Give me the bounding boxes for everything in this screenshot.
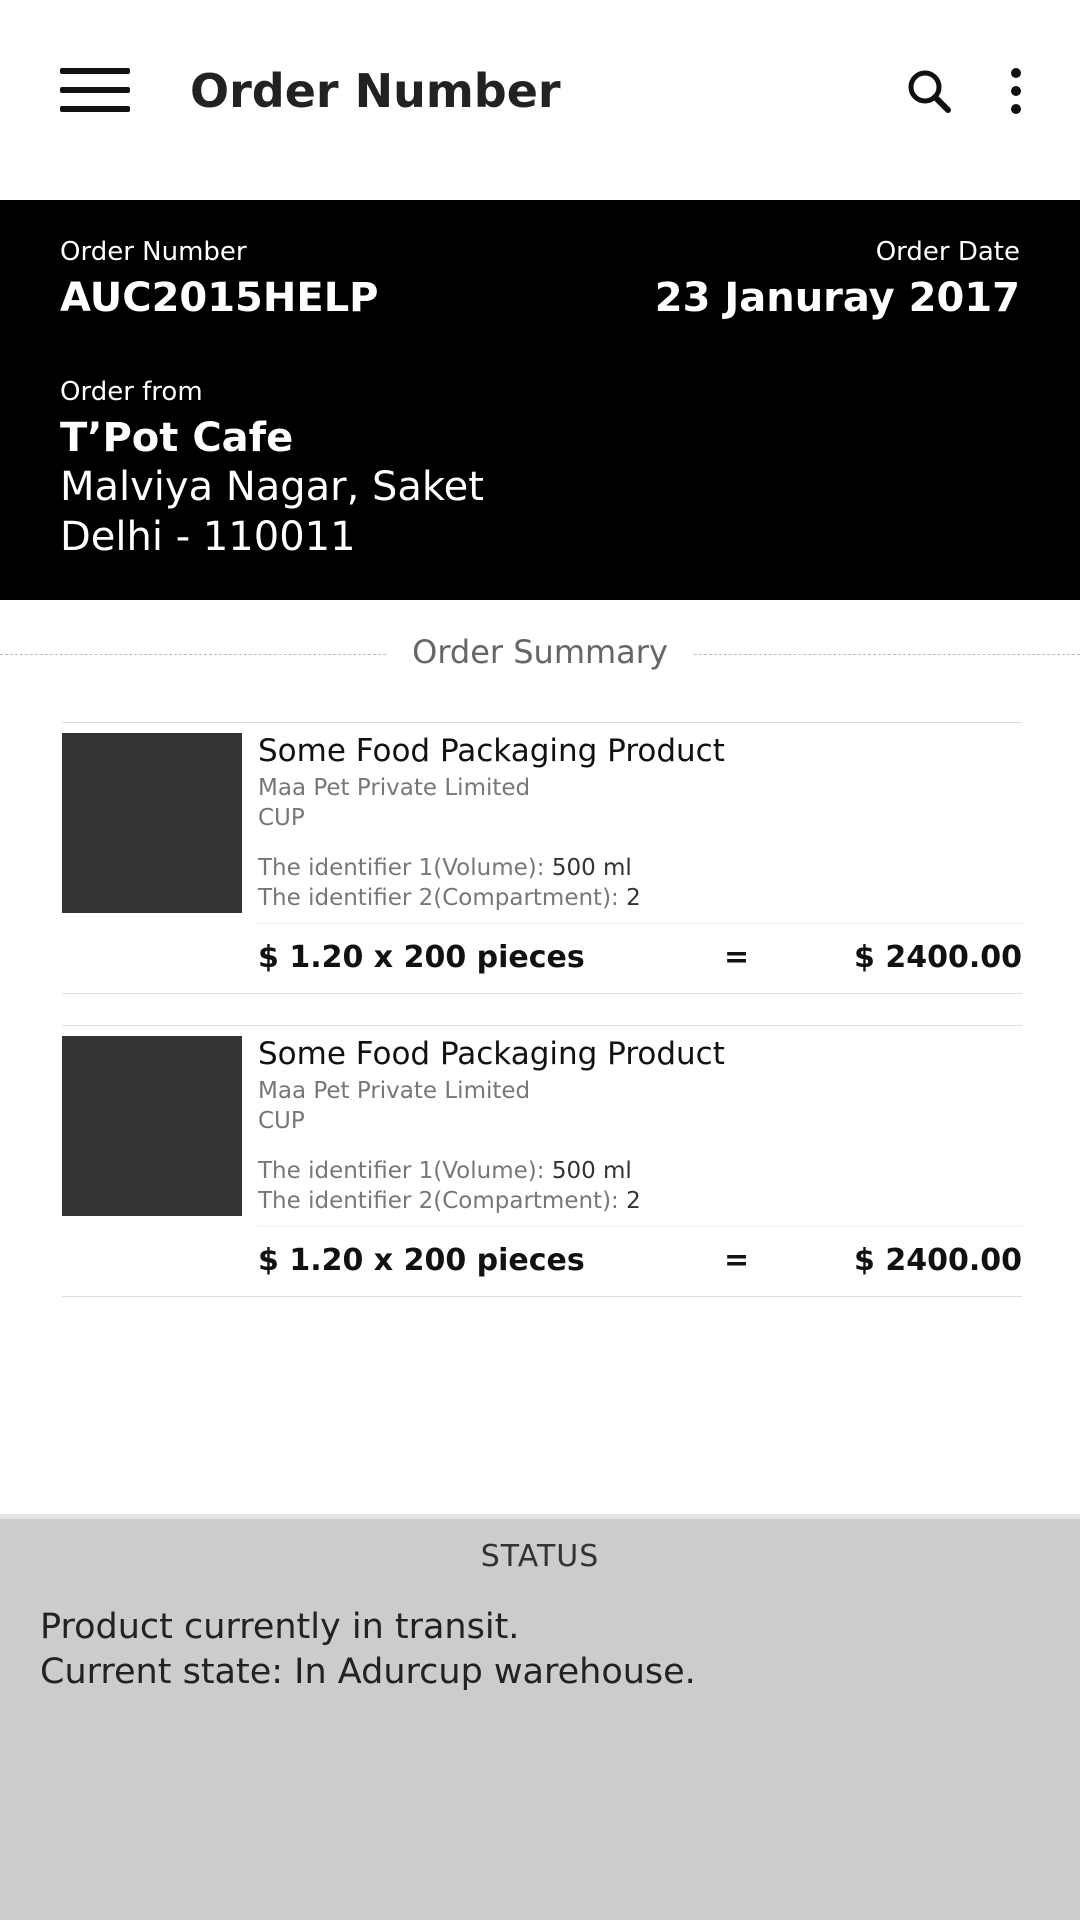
equals-sign: = [724, 940, 750, 975]
equals-sign: = [724, 1243, 750, 1278]
order-summary-heading: Order Summary [412, 633, 668, 671]
product-attribute-volume: The identifier 1(Volume): 500 ml [258, 853, 632, 883]
status-message: Product currently in transit. [40, 1607, 520, 1647]
unit-price: $ 1.20 x 200 pieces [258, 940, 585, 975]
attribute-value: 2 [626, 1188, 641, 1214]
product-name: Some Food Packaging Product [258, 733, 725, 769]
status-title: STATUS [480, 1539, 600, 1574]
order-address-line1: Malviya Nagar, Saket [60, 464, 484, 510]
attribute-key: The identifier 2(Compartment): [258, 1188, 619, 1214]
order-number-label: Order Number [60, 237, 247, 267]
attribute-key: The identifier 1(Volume): [258, 1158, 545, 1184]
order-header: Order Number AUC2015HELP Order Date 23 J… [0, 200, 1080, 600]
app-bar: Order Number [0, 0, 1080, 200]
order-date-value: 23 Januray 2017 [654, 275, 1020, 321]
line-total: $ 2400.00 [854, 940, 1022, 975]
status-current-state: Current state: In Adurcup warehouse. [40, 1652, 696, 1692]
product-thumbnail [62, 1036, 242, 1216]
attribute-value: 500 ml [551, 1158, 632, 1184]
order-from-name: T’Pot Cafe [60, 415, 294, 461]
product-type: CUP [258, 1108, 305, 1134]
product-attribute-volume: The identifier 1(Volume): 500 ml [258, 1156, 632, 1186]
attribute-value: 500 ml [551, 855, 632, 881]
order-summary-divider: Order Summary [0, 630, 1080, 674]
order-date-label: Order Date [875, 237, 1020, 267]
hamburger-menu-icon[interactable] [60, 68, 130, 112]
product-name: Some Food Packaging Product [258, 1036, 725, 1072]
product-vendor: Maa Pet Private Limited [258, 1078, 531, 1104]
price-row: $ 1.20 x 200 pieces = $ 2400.00 [258, 1226, 1022, 1298]
attribute-key: The identifier 1(Volume): [258, 855, 545, 881]
order-from-label: Order from [60, 377, 203, 407]
price-row: $ 1.20 x 200 pieces = $ 2400.00 [258, 923, 1022, 995]
product-thumbnail [62, 733, 242, 913]
product-attribute-compartment: The identifier 2(Compartment): 2 [258, 1186, 641, 1216]
order-address-line2: Delhi - 110011 [60, 514, 356, 560]
search-icon[interactable] [906, 68, 952, 114]
status-panel: STATUS Product currently in transit. Cur… [0, 1514, 1080, 1920]
unit-price: $ 1.20 x 200 pieces [258, 1243, 585, 1278]
line-total: $ 2400.00 [854, 1243, 1022, 1278]
order-number-value: AUC2015HELP [60, 275, 379, 321]
product-attribute-compartment: The identifier 2(Compartment): 2 [258, 883, 641, 913]
more-vertical-icon[interactable] [1000, 68, 1032, 114]
attribute-key: The identifier 2(Compartment): [258, 885, 619, 911]
product-vendor: Maa Pet Private Limited [258, 775, 531, 801]
order-item[interactable]: Some Food Packaging Product Maa Pet Priv… [62, 1025, 1022, 1297]
attribute-value: 2 [626, 885, 641, 911]
page-title: Order Number [190, 64, 561, 118]
product-type: CUP [258, 805, 305, 831]
order-item[interactable]: Some Food Packaging Product Maa Pet Priv… [62, 722, 1022, 994]
